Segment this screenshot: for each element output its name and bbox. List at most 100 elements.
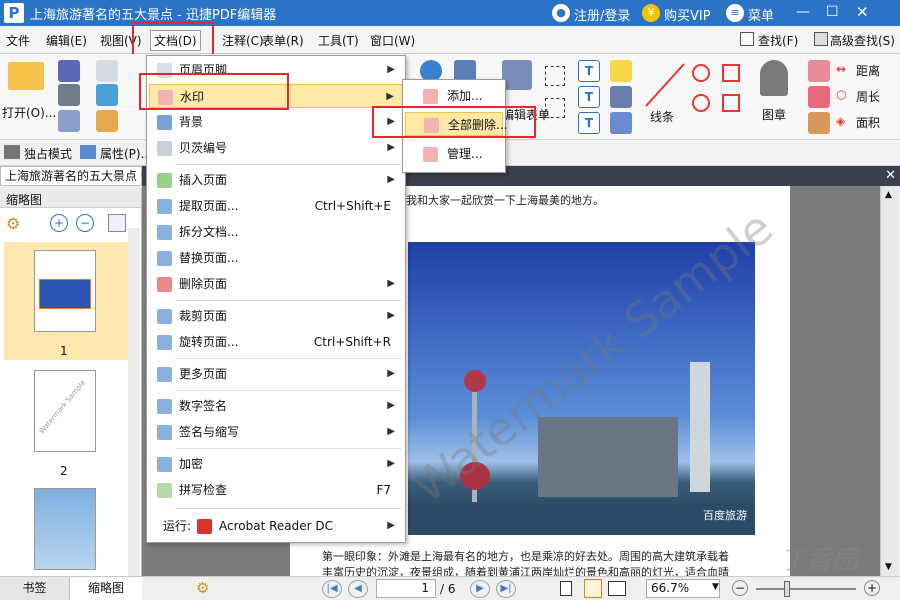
menu-item-more-pages[interactable]: 更多页面 ▶ <box>149 362 403 386</box>
scroll-up-icon[interactable]: ▲ <box>885 190 892 200</box>
menu-item-encrypt[interactable]: 加密 ▶ <box>149 452 403 476</box>
watermark-manage[interactable]: 管理... <box>405 142 503 166</box>
perimeter-button[interactable]: 周长 <box>856 88 880 105</box>
menu-item-replace-pages[interactable]: 替换页面... <box>149 246 403 270</box>
new-icon[interactable] <box>96 110 118 132</box>
underline-icon[interactable]: T <box>578 112 600 134</box>
menu-item-delete-pages[interactable]: 删除页面 ▶ <box>149 272 403 296</box>
text-box-icon[interactable]: T <box>578 60 600 82</box>
settings-icon[interactable]: ⚙ <box>196 579 209 597</box>
stamp-label[interactable]: 图章 <box>762 106 786 123</box>
area-button[interactable]: 面积 <box>856 114 880 131</box>
menu-item-extract-pages[interactable]: 提取页面... Ctrl+Shift+E <box>149 194 403 218</box>
single-page-icon[interactable] <box>560 581 572 596</box>
tab-thumbnail[interactable]: 缩略图 <box>70 577 142 600</box>
zoom-dropdown-icon[interactable]: ▼ <box>712 582 719 592</box>
scroll-down-icon[interactable]: ▼ <box>885 562 892 572</box>
crop-icon[interactable] <box>545 98 565 118</box>
first-page-icon[interactable]: |◀ <box>322 580 342 598</box>
folder-icon[interactable] <box>8 62 44 90</box>
polygon-tool-icon[interactable] <box>722 64 740 82</box>
menu-window[interactable]: 窗口(W) <box>370 32 415 49</box>
zoom-select[interactable]: 66.7% <box>646 579 720 598</box>
line-tool-icon[interactable] <box>642 60 688 110</box>
exclusive-mode-button[interactable]: 独占模式 <box>24 145 72 162</box>
zoom-out-thumb-icon[interactable]: − <box>76 214 94 232</box>
menu-comment[interactable]: 注释(C) <box>222 32 264 49</box>
menu-tools[interactable]: 工具(T) <box>318 32 359 49</box>
menu-file[interactable]: 文件 <box>6 32 30 49</box>
menu-item-digital-signature[interactable]: 数字签名 ▶ <box>149 394 403 418</box>
facing-page-icon[interactable] <box>608 581 626 596</box>
rotate-icon[interactable] <box>108 214 126 232</box>
watermark-add[interactable]: 添加... <box>405 84 503 108</box>
pencil-icon[interactable] <box>808 60 830 82</box>
sound-icon[interactable] <box>610 112 632 134</box>
menu-item-background[interactable]: 背景 ▶ <box>149 110 403 134</box>
zoom-out-icon[interactable]: − <box>732 580 748 596</box>
page-top-text: 我和大家一起欣赏一下上海最美的地方。 <box>406 194 604 207</box>
open-button[interactable]: 打开(O)... <box>2 104 56 121</box>
zoom-in-status-icon[interactable]: + <box>864 580 880 596</box>
close-document-icon[interactable]: ✕ <box>885 168 896 183</box>
export-icon[interactable] <box>58 110 80 132</box>
menu-item-sign-initials[interactable]: 签名与缩写 ▶ <box>149 420 403 444</box>
oval-tool-icon[interactable] <box>692 94 710 112</box>
user-icon[interactable]: ● <box>552 4 570 22</box>
zoom-in-thumb-icon[interactable]: + <box>50 214 68 232</box>
page-thumb-2[interactable]: Watermark Sample <box>34 370 96 452</box>
more-pages-icon <box>157 367 172 382</box>
note-icon[interactable] <box>610 60 632 82</box>
page-thumb-1[interactable] <box>34 250 96 332</box>
line-label[interactable]: 线条 <box>650 108 674 125</box>
login-link[interactable]: 注册/登录 <box>574 5 630 24</box>
save-icon[interactable] <box>58 60 80 82</box>
advanced-find-button[interactable]: 高级查找(S) <box>830 32 895 49</box>
vertical-scrollbar[interactable]: ▲ ▼ <box>880 186 898 576</box>
panel-scrollbar[interactable] <box>128 228 140 576</box>
properties-button[interactable]: 属性(P)... <box>100 145 152 162</box>
menu-item-split[interactable]: 拆分文档... <box>149 220 403 244</box>
maximize-icon[interactable]: ☐ <box>826 4 839 20</box>
highlight-icon[interactable] <box>808 112 830 134</box>
document-tab[interactable]: 上海旅游著名的五大景点 * <box>0 166 147 186</box>
menu-item-crop-pages[interactable]: 裁剪页面 ▶ <box>149 304 403 328</box>
menu-form[interactable]: 表单(R) <box>262 32 304 49</box>
distance-button[interactable]: 距离 <box>856 62 880 79</box>
signature-icon <box>157 399 172 414</box>
eraser-icon[interactable] <box>808 86 830 108</box>
attach-icon[interactable] <box>610 86 632 108</box>
prev-page-icon[interactable]: ◀ <box>348 580 368 598</box>
strikeout-icon[interactable]: T <box>578 86 600 108</box>
rect-tool-icon[interactable] <box>722 94 740 112</box>
background-icon <box>157 115 172 130</box>
gear-icon[interactable]: ⚙ <box>6 214 20 233</box>
last-page-icon[interactable]: ▶| <box>496 580 516 598</box>
menu-item-rotate-pages[interactable]: 旋转页面... Ctrl+Shift+R <box>149 330 403 354</box>
circle-tool-icon[interactable] <box>692 64 710 82</box>
menu-item-run[interactable]: 运行: Acrobat Reader DC ▶ <box>149 514 403 538</box>
main-menu-button[interactable]: 菜单 <box>748 5 774 24</box>
page-thumb-3[interactable] <box>34 488 96 570</box>
continuous-page-icon[interactable] <box>584 579 602 598</box>
area-select-icon[interactable] <box>545 66 565 86</box>
menu-item-bates[interactable]: 贝茨编号 ▶ <box>149 136 403 160</box>
menu-icon[interactable]: ≡ <box>726 4 744 22</box>
zoom-slider-thumb[interactable] <box>784 581 790 597</box>
menu-item-insert-pages[interactable]: 插入页面 ▶ <box>149 168 403 192</box>
find-button[interactable]: 查找(F) <box>758 32 798 49</box>
zoom-slider[interactable] <box>756 588 856 590</box>
page-number-input[interactable]: 1 <box>376 579 436 598</box>
stamp-icon[interactable] <box>760 60 788 96</box>
buy-vip-link[interactable]: 购买VIP <box>664 5 711 24</box>
close-icon[interactable]: ✕ <box>856 3 869 21</box>
email-icon[interactable] <box>96 60 118 82</box>
form-table-icon[interactable] <box>502 60 532 90</box>
menu-item-spell-check[interactable]: 拼写检查 F7 <box>149 478 403 502</box>
tab-bookmark[interactable]: 书签 <box>0 577 70 600</box>
next-page-icon[interactable]: ▶ <box>470 580 490 598</box>
minimize-icon[interactable]: — <box>796 4 810 20</box>
print-icon[interactable] <box>58 84 80 106</box>
menu-edit[interactable]: 编辑(E) <box>46 32 87 49</box>
cloud-icon[interactable] <box>96 84 118 106</box>
